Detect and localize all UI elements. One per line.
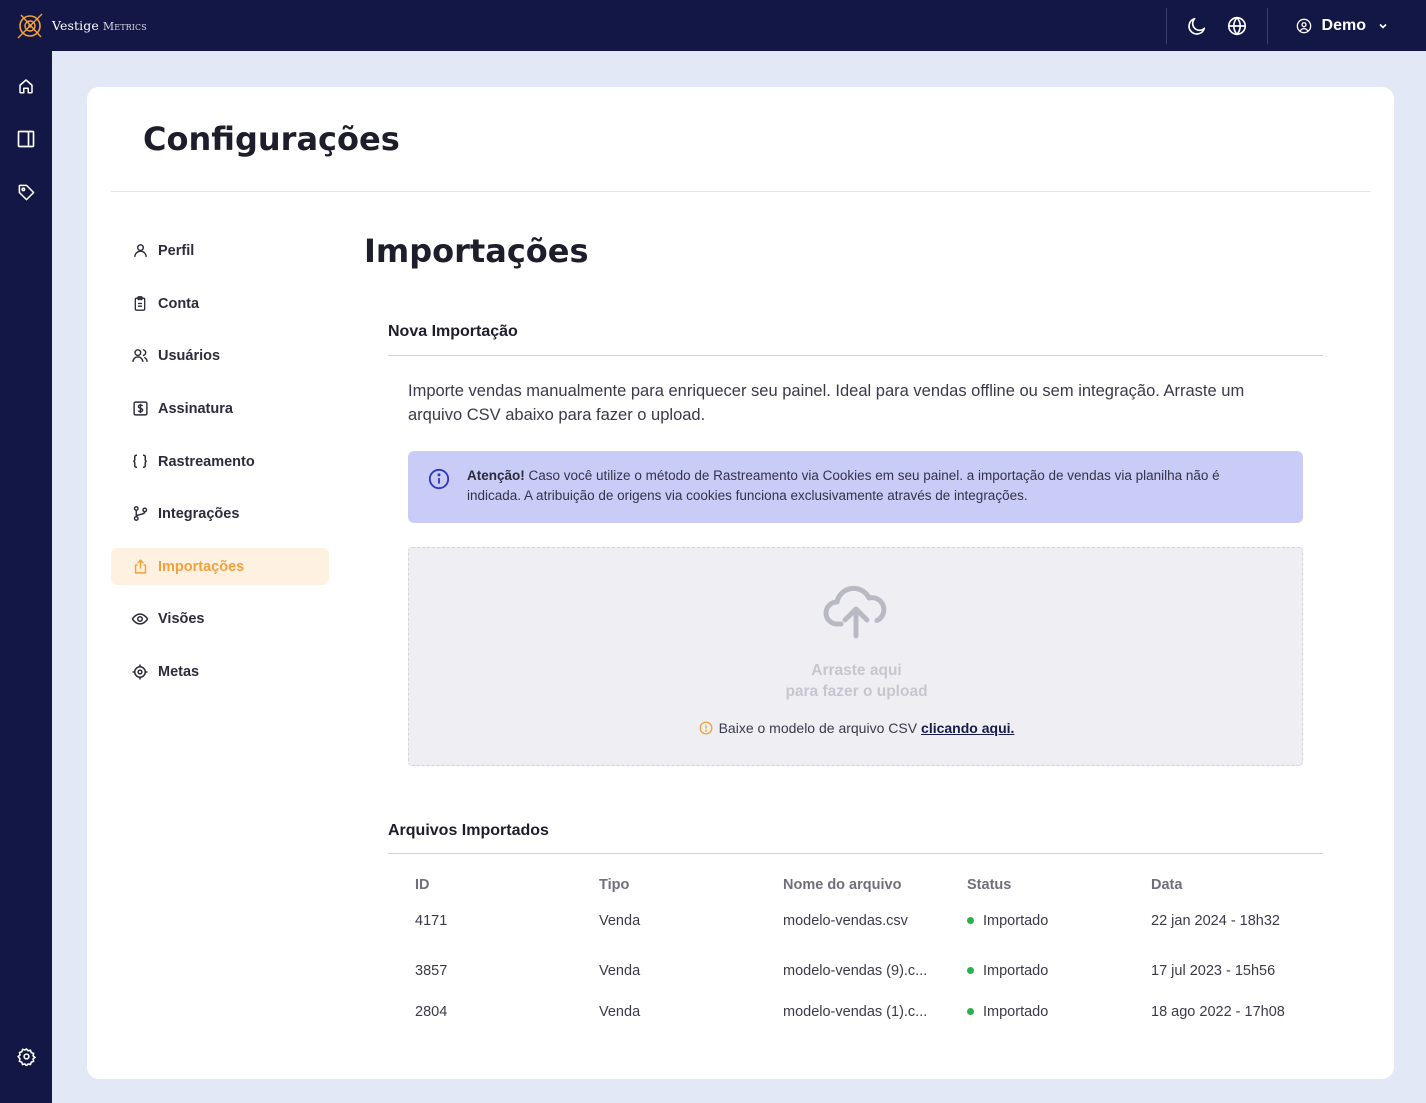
status-text: Importado: [983, 963, 1049, 979]
clipboard-icon: [134, 296, 146, 311]
settings-nav-rastreamento[interactable]: Rastreamento: [111, 443, 329, 480]
section-title: Importações: [364, 232, 589, 270]
brand-name: Vestige Metrics: [52, 18, 147, 33]
new-import-heading: Nova Importação: [388, 323, 518, 340]
settings-nav-conta[interactable]: Conta: [111, 285, 329, 322]
settings-nav-label: Visões: [158, 610, 205, 627]
alert-message: Caso você utilize o método de Rastreamen…: [467, 468, 1220, 503]
cell-id: 4171: [415, 913, 448, 929]
column-header-tipo: Tipo: [599, 877, 630, 893]
cloud-upload-icon: [823, 585, 887, 639]
cell-tipo: Venda: [599, 1004, 641, 1020]
settings-nav-label: Perfil: [158, 242, 195, 259]
top-bar: Vestige Metrics Demo: [0, 0, 1426, 51]
cell-status: Importado: [967, 913, 1048, 929]
cell-id: 2804: [415, 1004, 448, 1020]
settings-nav-assinatura[interactable]: Assinatura: [111, 390, 329, 427]
cell-id: 3857: [415, 963, 448, 979]
home-icon: [19, 79, 33, 94]
logo-mark-icon: [17, 13, 43, 38]
cell-tipo: Venda: [599, 913, 641, 929]
csv-dropzone[interactable]: Arraste aqui para fazer o upload Baixe o…: [408, 547, 1303, 766]
template-hint-text: Baixe o modelo de arquivo CSV: [718, 720, 918, 736]
settings-nav-label: Usuários: [158, 347, 221, 364]
column-header-id: ID: [415, 877, 430, 893]
language-button[interactable]: [1217, 0, 1257, 51]
alert-circle-icon: [699, 721, 713, 735]
status-text: Importado: [983, 913, 1049, 929]
eye-icon: [131, 612, 149, 625]
braces-icon: [133, 454, 147, 468]
status-text: Importado: [983, 1004, 1049, 1020]
settings-nav-visoes[interactable]: Visões: [111, 600, 329, 637]
column-header-status: Status: [967, 877, 1012, 893]
dropzone-text: Arraste aqui para fazer o upload: [409, 660, 1304, 702]
cell-nome: modelo-vendas (9).c...: [783, 963, 928, 979]
rail-settings[interactable]: [0, 1036, 52, 1076]
settings-nav-label: Conta: [158, 295, 200, 312]
cell-nome: modelo-vendas.csv: [783, 913, 908, 929]
imported-files-heading: Arquivos Importados: [388, 822, 549, 839]
cell-status: Importado: [967, 1004, 1048, 1020]
status-dot: [967, 1007, 974, 1015]
alert-text: Atenção! Caso você utilize o método de R…: [467, 466, 1277, 506]
left-rail: [0, 51, 52, 1103]
topbar-divider: [1165, 7, 1167, 44]
chevron-down-icon: [1379, 23, 1387, 29]
settings-nav-metas[interactable]: Metas: [111, 653, 329, 690]
user-menu[interactable]: Demo: [1268, 0, 1426, 51]
rail-tags[interactable]: [0, 172, 52, 212]
cell-data: 18 ago 2022 - 17h08: [1151, 1004, 1285, 1020]
cell-tipo: Venda: [599, 963, 641, 979]
moon-icon: [1187, 17, 1205, 35]
cell-data: 22 jan 2024 - 18h32: [1151, 913, 1280, 929]
download-template-link[interactable]: clicando aqui.: [921, 720, 1014, 736]
cell-data: 17 jul 2023 - 15h56: [1151, 963, 1276, 979]
gear-icon: [16, 1047, 36, 1066]
git-branch-icon: [133, 506, 147, 521]
cell-nome: modelo-vendas (1).c...: [783, 1004, 928, 1020]
settings-nav-label: Rastreamento: [158, 453, 255, 470]
header-divider: [111, 191, 1371, 192]
dropzone-line-2: para fazer o upload: [785, 683, 928, 700]
status-dot: [967, 966, 974, 974]
rail-home[interactable]: [0, 66, 52, 106]
import-description: Importe vendas manualmente para enriquec…: [408, 382, 1245, 424]
page-title: Configurações: [143, 120, 400, 158]
new-import-divider: [388, 355, 1323, 356]
settings-card: Configurações Perfil Conta Usuários Assi…: [87, 87, 1394, 1079]
rail-layout[interactable]: [0, 119, 52, 159]
status-dot: [967, 916, 974, 924]
info-icon: [428, 468, 450, 490]
layout-sidebar-icon: [17, 130, 35, 148]
settings-nav-perfil[interactable]: Perfil: [111, 232, 329, 269]
brand-logo[interactable]: Vestige Metrics: [15, 11, 147, 41]
imported-files-divider: [388, 853, 1323, 854]
tag-icon: [18, 184, 34, 200]
settings-nav-usuarios[interactable]: Usuários: [111, 337, 329, 374]
cell-status: Importado: [967, 963, 1048, 979]
target-icon: [132, 664, 148, 679]
settings-nav-integracoes[interactable]: Integrações: [111, 495, 329, 532]
dropzone-line-1: Arraste aqui: [811, 662, 902, 679]
settings-nav-importacoes[interactable]: Importações: [111, 548, 329, 585]
column-header-data: Data: [1151, 877, 1183, 893]
globe-icon: [1227, 16, 1246, 35]
dollar-icon: [132, 401, 148, 416]
users-icon: [132, 349, 148, 362]
user-circle-icon: [1296, 18, 1311, 33]
user-name: Demo: [1321, 16, 1366, 34]
column-header-nome: Nome do arquivo: [783, 877, 902, 893]
settings-nav-label: Importações: [158, 558, 245, 575]
dark-mode-toggle[interactable]: [1177, 0, 1217, 51]
alert-strong: Atenção!: [467, 468, 525, 483]
template-download-hint: Baixe o modelo de arquivo CSV clicando a…: [409, 720, 1304, 736]
cookie-warning-alert: Atenção! Caso você utilize o método de R…: [408, 451, 1303, 523]
upload-icon: [134, 559, 146, 574]
user-icon: [133, 244, 147, 257]
settings-nav-label: Metas: [158, 663, 200, 680]
settings-nav-label: Assinatura: [158, 400, 233, 417]
settings-nav-label: Integrações: [158, 505, 240, 522]
